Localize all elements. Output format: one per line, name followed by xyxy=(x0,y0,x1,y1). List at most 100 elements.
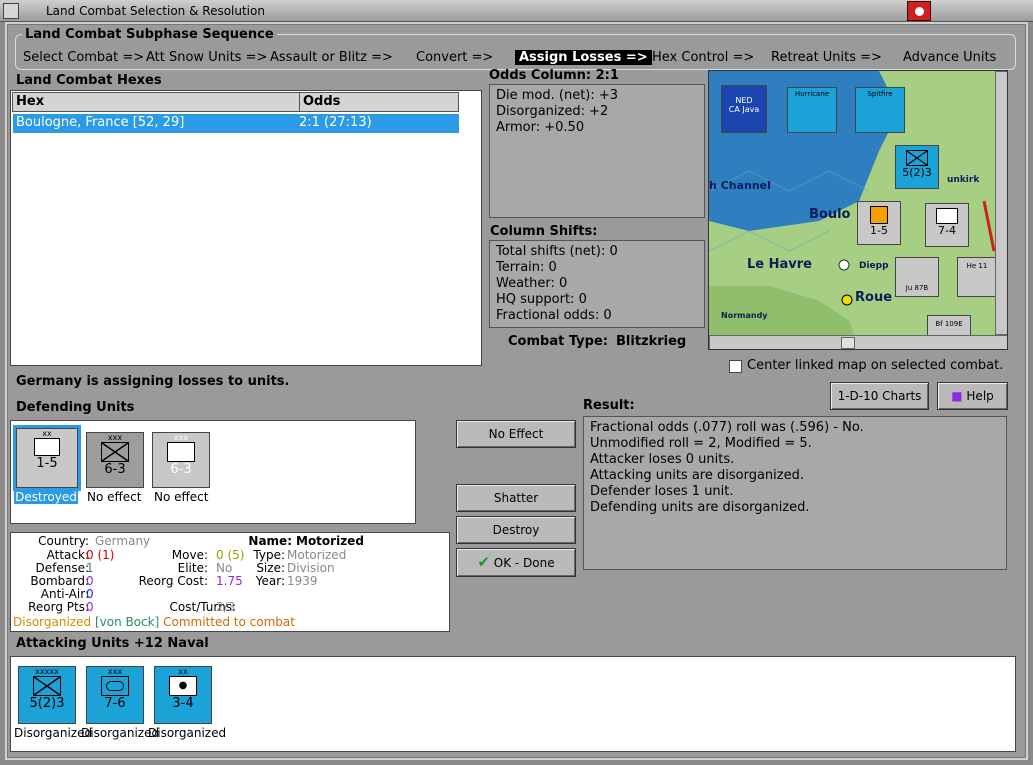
hex-row-boulogne[interactable]: Boulogne, France [52, 29] 2:1 (27:13) xyxy=(13,114,459,133)
map-air-hurricane[interactable]: Hurricane xyxy=(787,87,837,133)
elite-value: No xyxy=(216,561,233,575)
unit-strength: 5(2)3 xyxy=(29,696,65,711)
unit-strength: 6-3 xyxy=(170,462,192,477)
country-value: Germany xyxy=(95,534,151,548)
map-label-rouen: Roue xyxy=(855,290,893,305)
seq-convert[interactable]: Convert => xyxy=(416,50,493,65)
map-air-he111[interactable]: He 11 xyxy=(957,257,997,297)
shatter-button[interactable]: Shatter xyxy=(456,484,576,512)
defender-unit-1[interactable]: xx 1-5 xyxy=(16,428,78,488)
reorgcost-value: 1.75 xyxy=(216,574,243,588)
map-air-ju87[interactable]: Ju 87B xyxy=(895,257,939,297)
result-line: Defending units are disorganized. xyxy=(590,500,810,515)
antiair-value: 0 xyxy=(86,587,94,601)
shift-line: Weather: 0 xyxy=(496,276,568,291)
ship-nation: NED xyxy=(735,96,753,105)
checkmark-icon: ✔ xyxy=(477,553,490,571)
move-value: 0 xyxy=(216,548,224,562)
charts-button[interactable]: 1-D-10 Charts xyxy=(830,382,929,410)
map-vscrollbar[interactable] xyxy=(995,71,1007,335)
map-hscrollbar[interactable] xyxy=(709,335,1007,349)
air-name: Ju 87B xyxy=(905,284,929,292)
map-air-spitfire[interactable]: Spitfire xyxy=(855,87,905,133)
move-base: (5) xyxy=(227,548,245,562)
sequence-title: Land Combat Subphase Sequence xyxy=(22,27,277,42)
odds-title: Odds Column: 2:1 xyxy=(489,68,619,83)
attack-label: Attack: xyxy=(46,548,89,562)
reorg-value: 0 xyxy=(86,600,94,614)
unit-strength: 7-4 xyxy=(938,224,956,237)
map-hscroll-thumb[interactable] xyxy=(841,337,855,349)
help-book-icon: ■ xyxy=(951,389,963,403)
defender-unit-3[interactable]: xxx 6-3 xyxy=(152,432,210,488)
defender-caption-1: Destroyed xyxy=(14,490,78,504)
seq-assault-blitz[interactable]: Assault or Blitz => xyxy=(270,50,393,65)
unit-size: xxxxx xyxy=(35,667,59,676)
unit-info-panel: Country: Germany Attack: 0 (1) Defense: … xyxy=(10,532,450,632)
map-unit-army[interactable]: 5(2)3 xyxy=(895,145,939,189)
country-label: Country: xyxy=(38,534,89,548)
destroy-button[interactable]: Destroy xyxy=(456,516,576,544)
result-line: Fractional odds (.077) roll was (.596) -… xyxy=(590,420,864,435)
attacker-unit-1[interactable]: xxxxx 5(2)3 xyxy=(18,666,76,724)
name-label: Name: xyxy=(248,534,292,548)
shift-line: HQ support: 0 xyxy=(496,292,587,307)
german-flag-icon xyxy=(907,1,931,21)
shift-line: Fractional odds: 0 xyxy=(496,308,612,323)
elite-label: Elite: xyxy=(177,561,208,575)
attacker-unit-2[interactable]: xxx 7-6 xyxy=(86,666,144,724)
antiair-label: Anti-Air: xyxy=(40,587,89,601)
help-label: Help xyxy=(966,389,994,403)
seq-select-combat[interactable]: Select Combat => xyxy=(23,50,144,65)
result-line: Attacker loses 0 units. xyxy=(590,452,735,467)
combat-type-label: Combat Type: xyxy=(508,334,608,349)
defending-title: Defending Units xyxy=(16,400,135,415)
hex-odds: 2:1 (27:13) xyxy=(299,115,372,130)
year-label: Year: xyxy=(255,574,285,588)
defender-caption-2: No effect xyxy=(87,490,142,504)
seq-assign-losses[interactable]: Assign Losses => xyxy=(515,50,652,65)
map-unit-corps[interactable]: 7-4 xyxy=(925,203,969,247)
center-map-checkbox[interactable] xyxy=(729,360,742,373)
size-value: Division xyxy=(287,561,335,575)
defender-unit-2[interactable]: xxx 6-3 xyxy=(86,432,144,488)
map-ship-counter[interactable]: NED CA Java xyxy=(721,85,767,133)
dieppe-city xyxy=(838,259,850,271)
result-title: Result: xyxy=(583,398,635,413)
unit-size: xxx xyxy=(107,433,123,442)
unit-strength: 5(2)3 xyxy=(902,166,932,179)
explosion-icon xyxy=(870,206,888,224)
year-value: 1939 xyxy=(287,574,318,588)
col-hex-header[interactable]: Hex xyxy=(16,94,44,109)
seq-advance-units[interactable]: Advance Units xyxy=(903,50,996,65)
col-odds-header[interactable]: Odds xyxy=(299,93,340,111)
infantry-icon xyxy=(936,208,958,224)
seq-retreat-units[interactable]: Retreat Units => xyxy=(771,50,882,65)
result-line: Unmodified roll = 2, Modified = 5. xyxy=(590,436,812,451)
result-box: Fractional odds (.077) roll was (.596) -… xyxy=(583,416,1007,570)
ok-done-button[interactable]: ✔ OK - Done xyxy=(456,548,576,577)
mini-map[interactable]: h Channel Boulo Le Havre Roue unkirk Die… xyxy=(708,70,1008,350)
attacker-unit-3[interactable]: xx ● 3-4 xyxy=(154,666,212,724)
bombard-value: 0 xyxy=(86,574,94,588)
ship-name: CA Java xyxy=(728,105,760,114)
shift-line: Terrain: 0 xyxy=(496,260,557,275)
map-label-normandy: Normandy xyxy=(721,311,768,320)
status-hq: [von Bock] xyxy=(94,615,160,629)
no-effect-button[interactable]: No Effect xyxy=(456,420,576,448)
map-unit-division[interactable]: 1-5 xyxy=(857,201,901,245)
unit-size: xxx xyxy=(173,433,189,442)
seq-att-snow[interactable]: Att Snow Units => xyxy=(146,50,267,65)
unit-size: xx xyxy=(42,429,52,438)
seq-hex-control[interactable]: Hex Control => xyxy=(652,50,754,65)
help-button[interactable]: ■ Help xyxy=(937,382,1008,410)
attacking-title: Attacking Units +12 Naval xyxy=(16,636,209,651)
map-label-dieppe: Diepp xyxy=(859,261,889,271)
motorized-infantry-icon xyxy=(34,438,60,456)
artillery-icon: ● xyxy=(169,676,197,696)
attacker-caption-3: Disorganized xyxy=(148,726,227,740)
hexes-list-header: Hex Odds xyxy=(12,92,459,112)
center-map-label: Center linked map on selected combat. xyxy=(747,358,1004,373)
app-icon xyxy=(3,3,19,19)
infantry-icon xyxy=(101,442,129,462)
